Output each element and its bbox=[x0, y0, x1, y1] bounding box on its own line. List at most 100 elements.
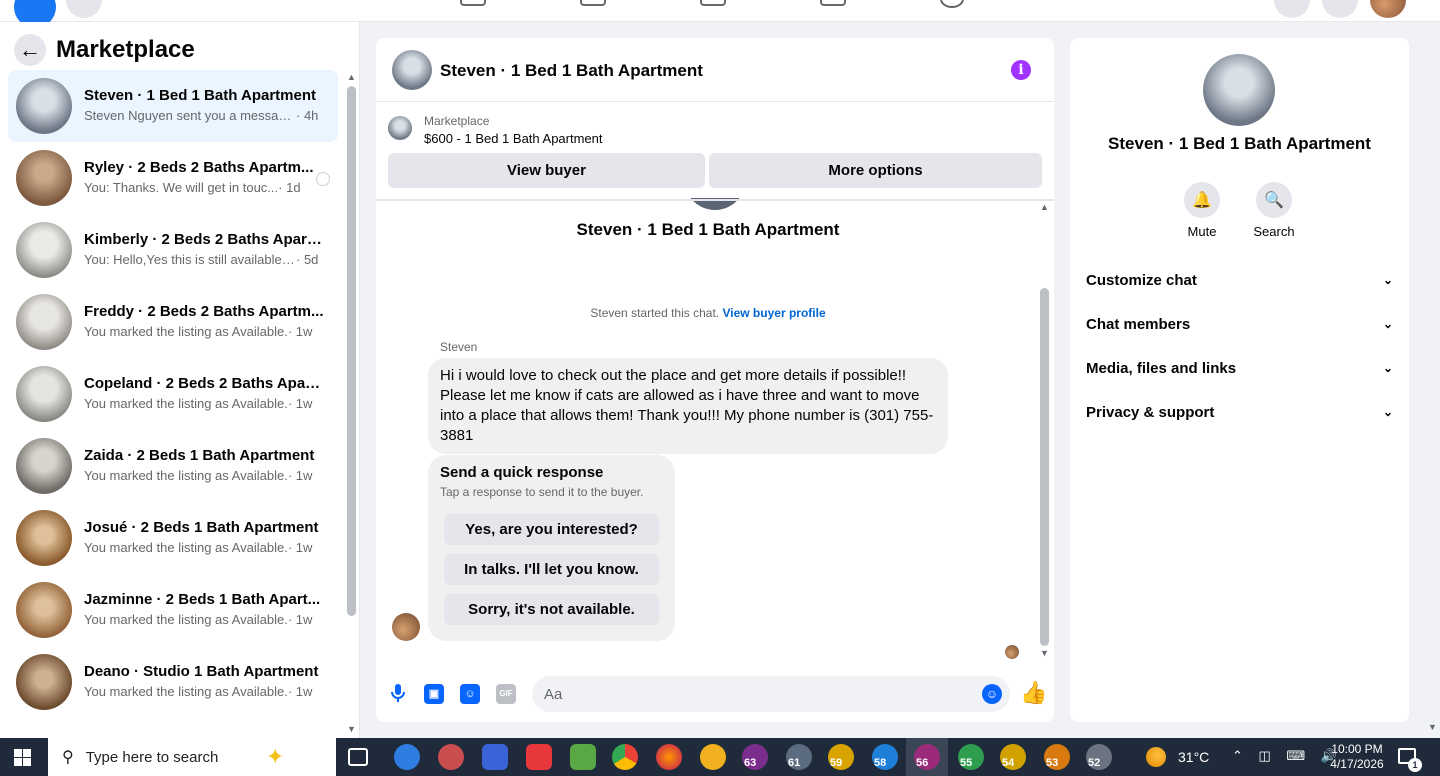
taskbar-search-box[interactable]: ⚲ Type here to search ✦ bbox=[48, 738, 336, 776]
started-text: Steven started this chat. bbox=[590, 306, 720, 320]
home-nav-icon[interactable] bbox=[460, 0, 486, 6]
app-icon[interactable] bbox=[526, 744, 552, 770]
info-icon[interactable]: i bbox=[1011, 60, 1031, 80]
sender-avatar[interactable] bbox=[392, 613, 420, 641]
conversation-name: Zaida · 2 Beds 1 Bath Apartment bbox=[84, 447, 315, 464]
chevron-down-icon: ⌄ bbox=[1382, 273, 1393, 287]
conversation-item[interactable]: Kimberly · 2 Beds 2 Baths Apart... You: … bbox=[8, 214, 338, 286]
listing-thumbnail bbox=[16, 150, 72, 206]
search-icon: 🔍 bbox=[1256, 182, 1292, 218]
search-label: Search bbox=[1253, 224, 1295, 239]
chat-members-section[interactable]: Chat members ⌄ bbox=[1086, 308, 1393, 340]
listing-thumbnail bbox=[16, 78, 72, 134]
conversation-snippet: You marked the listing as Available. bbox=[84, 540, 288, 555]
page-scroll-down-arrow-icon[interactable]: ▼ bbox=[1428, 722, 1437, 732]
scroll-down-arrow-icon[interactable]: ▼ bbox=[347, 724, 356, 734]
conversation-item[interactable]: Ryley · 2 Beds 2 Baths Apartm... You: Th… bbox=[8, 142, 338, 214]
scroll-up-arrow-icon[interactable]: ▲ bbox=[1040, 202, 1049, 212]
more-options-button[interactable]: More options bbox=[709, 153, 1042, 188]
scroll-up-arrow-icon[interactable]: ▲ bbox=[347, 72, 356, 82]
conversation-item[interactable]: Deano · Studio 1 Bath Apartment You mark… bbox=[8, 646, 338, 718]
scroll-down-arrow-icon[interactable]: ▼ bbox=[1040, 648, 1049, 658]
conversation-item[interactable]: Josué · 2 Beds 1 Bath Apartment You mark… bbox=[8, 502, 338, 574]
app-icon[interactable]: 53 bbox=[1044, 744, 1070, 770]
app-icon[interactable]: 63 bbox=[742, 744, 768, 770]
bell-icon: 🔔 bbox=[1184, 182, 1220, 218]
marketplace-nav-icon[interactable] bbox=[700, 0, 726, 6]
conversation-item[interactable]: Freddy · 2 Beds 2 Baths Apartm... You ma… bbox=[8, 286, 338, 358]
conversation-name: Jazminne · 2 Beds 1 Bath Apart... bbox=[84, 591, 321, 608]
quick-response-option[interactable]: In talks. I'll let you know. bbox=[444, 554, 659, 585]
app-icon[interactable]: 61 bbox=[786, 744, 812, 770]
app-icon[interactable]: 59 bbox=[828, 744, 854, 770]
mute-button[interactable]: 🔔 Mute bbox=[1172, 182, 1232, 239]
conversation-item[interactable]: Copeland · 2 Beds 2 Baths Apart... You m… bbox=[8, 358, 338, 430]
mark-read-indicator[interactable] bbox=[316, 172, 330, 186]
listing-summary[interactable]: Marketplace $600 - 1 Bed 1 Bath Apartmen… bbox=[388, 112, 603, 148]
section-label: Customize chat bbox=[1086, 271, 1197, 289]
conversation-item[interactable]: Steven · 1 Bed 1 Bath Apartment Steven N… bbox=[8, 70, 338, 142]
view-buyer-profile-link[interactable]: View buyer profile bbox=[722, 306, 825, 320]
app-badge: 59 bbox=[830, 757, 843, 769]
app-icon[interactable]: 55 bbox=[958, 744, 984, 770]
search-icon: ⚲ bbox=[62, 749, 74, 766]
video-nav-icon[interactable] bbox=[580, 0, 606, 6]
menu-grid-button[interactable] bbox=[1274, 0, 1310, 18]
chrome-icon[interactable] bbox=[612, 744, 638, 770]
photo-icon[interactable]: ▣ bbox=[424, 684, 444, 704]
listing-thumbnail bbox=[16, 510, 72, 566]
app-icon[interactable] bbox=[700, 744, 726, 770]
conversation-snippet: You: Thanks. We will get in touc... bbox=[84, 180, 279, 195]
app-icon[interactable] bbox=[438, 744, 464, 770]
thumbs-up-icon[interactable]: 👍 bbox=[1020, 680, 1047, 706]
messenger-button[interactable] bbox=[1322, 0, 1358, 18]
conversation-time: · 1w bbox=[287, 612, 313, 627]
firefox-icon[interactable] bbox=[656, 744, 682, 770]
privacy-support-section[interactable]: Privacy & support ⌄ bbox=[1086, 396, 1393, 428]
clock-date: 4/17/2026 bbox=[1330, 757, 1384, 771]
message-input[interactable] bbox=[532, 676, 1010, 712]
windows-start-icon[interactable] bbox=[14, 749, 31, 766]
gif-icon[interactable]: GIF bbox=[496, 684, 516, 704]
chat-scrollbar[interactable] bbox=[1040, 288, 1049, 646]
chat-avatar[interactable] bbox=[392, 50, 432, 90]
search-in-chat-button[interactable]: 🔍 Search bbox=[1244, 182, 1304, 239]
search-button[interactable] bbox=[66, 0, 102, 18]
view-buyer-button[interactable]: View buyer bbox=[388, 153, 705, 188]
weather-widget[interactable]: 31°C bbox=[1146, 747, 1209, 767]
customize-chat-section[interactable]: Customize chat ⌄ bbox=[1086, 264, 1393, 296]
message-sender-name: Steven bbox=[440, 340, 478, 354]
microphone-icon[interactable] bbox=[388, 684, 408, 704]
chat-panel: Steven · 1 Bed 1 Bath Apartment i Market… bbox=[376, 38, 1054, 722]
conversation-item[interactable]: Zaida · 2 Beds 1 Bath Apartment You mark… bbox=[8, 430, 338, 502]
listing-category: Marketplace bbox=[424, 114, 490, 128]
gaming-nav-icon[interactable] bbox=[940, 0, 964, 8]
listing-thumbnail bbox=[16, 222, 72, 278]
app-icon[interactable] bbox=[570, 744, 596, 770]
taskbar-search-placeholder: Type here to search bbox=[85, 748, 219, 766]
conversation-time: · 1w bbox=[287, 540, 313, 555]
task-view-icon[interactable] bbox=[348, 748, 368, 766]
quick-response-option[interactable]: Yes, are you interested? bbox=[444, 514, 659, 545]
app-icon[interactable] bbox=[482, 744, 508, 770]
media-files-links-section[interactable]: Media, files and links ⌄ bbox=[1086, 352, 1393, 384]
conversation-time: · 1w bbox=[287, 684, 313, 699]
account-avatar[interactable] bbox=[1370, 0, 1406, 18]
app-icon[interactable]: 56 bbox=[914, 744, 940, 770]
app-icon[interactable]: 52 bbox=[1086, 744, 1112, 770]
app-icon[interactable]: 58 bbox=[872, 744, 898, 770]
sidebar-scrollbar[interactable] bbox=[347, 86, 356, 616]
conversation-name: Freddy · 2 Beds 2 Baths Apartm... bbox=[84, 303, 324, 320]
section-label: Media, files and links bbox=[1086, 359, 1237, 377]
clock[interactable]: 10:00 PM 4/17/2026 bbox=[1322, 742, 1392, 772]
back-arrow-icon[interactable]: ← bbox=[14, 34, 46, 66]
groups-nav-icon[interactable] bbox=[820, 0, 846, 6]
conversation-item[interactable]: Jazminne · 2 Beds 1 Bath Apart... You ma… bbox=[8, 574, 338, 646]
emoji-icon[interactable]: ☺ bbox=[982, 684, 1002, 704]
sticker-icon[interactable]: ☺ bbox=[460, 684, 480, 704]
app-icon[interactable]: 54 bbox=[1000, 744, 1026, 770]
app-icon[interactable] bbox=[394, 744, 420, 770]
quick-response-option[interactable]: Sorry, it's not available. bbox=[444, 594, 659, 625]
chat-title[interactable]: Steven · 1 Bed 1 Bath Apartment bbox=[440, 61, 703, 81]
conversation-snippet: You marked the listing as Available. bbox=[84, 396, 288, 411]
